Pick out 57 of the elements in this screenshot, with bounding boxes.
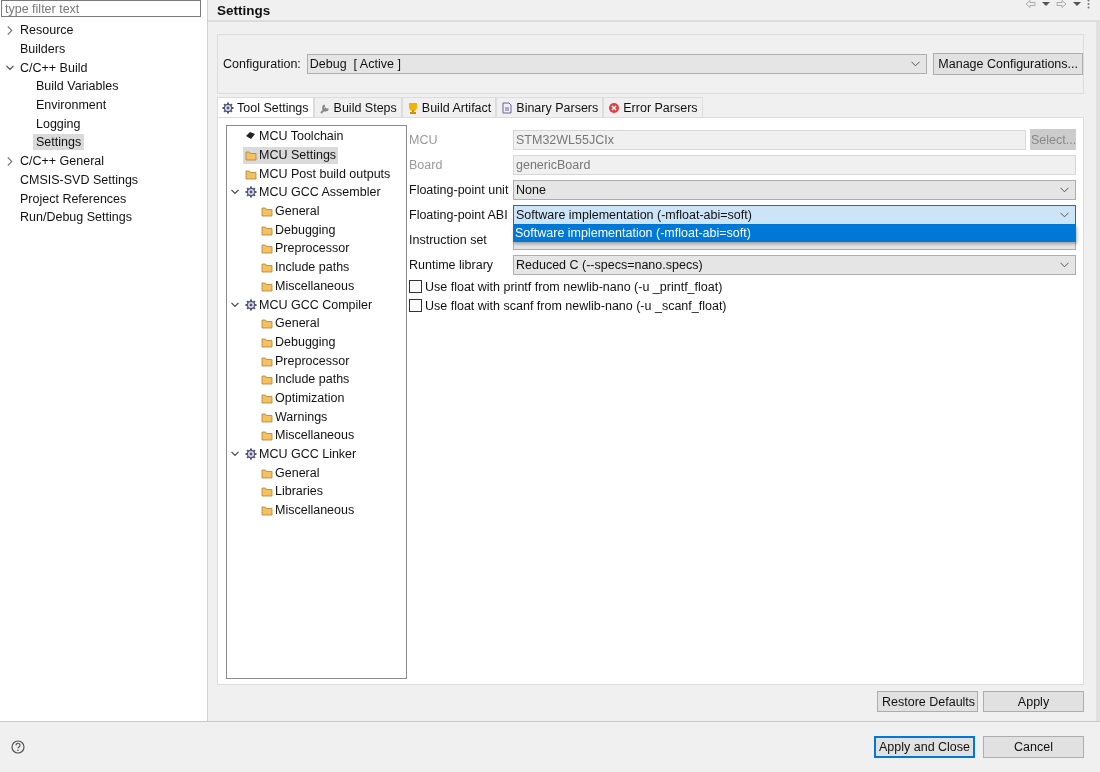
sidebar-item[interactable]: C/C++ General (20, 153, 108, 170)
sidebar-item[interactable]: Project References (20, 190, 130, 207)
field-label: Floating-point ABI (409, 207, 509, 222)
dropdown[interactable]: None (513, 179, 1076, 200)
tab[interactable]: Binary Parsers (496, 97, 604, 117)
checkbox-label: Use float with printf from newlib-nano (-u _printf_float) (425, 279, 723, 294)
tree-item[interactable]: General (259, 314, 322, 332)
field-label: Runtime library (409, 257, 495, 272)
tree-item[interactable]: MCU GCC Assembler (243, 183, 383, 201)
sidebar-item[interactable]: CMSIS-SVD Settings (20, 171, 142, 188)
sidebar-item[interactable]: Run/Debug Settings (20, 209, 135, 226)
tree-item[interactable]: Include paths (259, 258, 352, 276)
tree-item[interactable]: Preprocessor (259, 352, 352, 370)
tree-item[interactable]: MCU Toolchain (243, 127, 346, 145)
sidebar-item[interactable]: Build Variables (36, 78, 122, 95)
dropdown[interactable]: Reduced C (--specs=nano.specs) (513, 254, 1076, 275)
tree-item[interactable]: Include paths (259, 370, 352, 388)
configuration-dropdown[interactable]: Debug [ Active ] (306, 54, 928, 74)
tree-item[interactable]: Debugging (259, 221, 338, 239)
tab[interactable]: Tool Settings (217, 97, 314, 117)
tree-item[interactable]: MCU GCC Compiler (243, 296, 375, 314)
configuration-label: Configuration: (223, 57, 301, 71)
tree-item[interactable]: General (259, 202, 322, 220)
tree-item[interactable]: MCU Settings (243, 146, 339, 164)
field-label: Floating-point unit (409, 182, 509, 197)
dropdown[interactable]: Software implementation (-mfloat-abi=soft) (513, 204, 1076, 225)
tree-item[interactable]: General (259, 464, 322, 482)
dialog-button[interactable]: Apply and Close (874, 736, 975, 758)
checkbox-label: Use float with scanf from newlib-nano (-u _scanf_float) (425, 298, 727, 313)
tree-item[interactable]: Libraries (259, 482, 325, 500)
tree-item[interactable]: Miscellaneous (259, 426, 357, 444)
sidebar-item[interactable]: Logging (36, 115, 84, 132)
filter-field[interactable]: type filter text (1, 0, 201, 17)
field-label: Board (409, 157, 444, 172)
sidebar-item[interactable]: Environment (36, 97, 110, 114)
tree-item[interactable]: Miscellaneous (259, 277, 357, 295)
sidebar-item[interactable]: Builders (20, 41, 69, 58)
dialog-button[interactable]: Cancel (983, 736, 1084, 758)
tree-item[interactable]: Miscellaneous (259, 501, 357, 519)
field-label: Instruction set (409, 232, 488, 247)
tree-item[interactable]: Warnings (259, 408, 330, 426)
page-title: Settings (217, 2, 271, 18)
tab[interactable]: Build Steps (313, 97, 402, 117)
sidebar-item[interactable]: Resource (20, 22, 77, 39)
field-label: MCU (409, 132, 439, 147)
sidebar-item[interactable]: Settings (33, 134, 85, 151)
tab[interactable]: Error Parsers (603, 97, 703, 117)
tab[interactable]: Build Artifact (401, 97, 497, 117)
tree-item[interactable]: MCU Post build outputs (243, 165, 393, 183)
tree-item[interactable]: Debugging (259, 333, 338, 351)
page-button[interactable]: Apply (983, 691, 1084, 712)
sidebar-item[interactable]: C/C++ Build (20, 59, 91, 76)
manage-configurations-button[interactable]: Manage Configurations... (933, 53, 1083, 75)
tree-item[interactable]: Optimization (259, 389, 347, 407)
page-button[interactable]: Restore Defaults (877, 691, 978, 712)
tree-item[interactable]: Preprocessor (259, 239, 352, 257)
tree-item[interactable]: MCU GCC Linker (243, 445, 359, 463)
